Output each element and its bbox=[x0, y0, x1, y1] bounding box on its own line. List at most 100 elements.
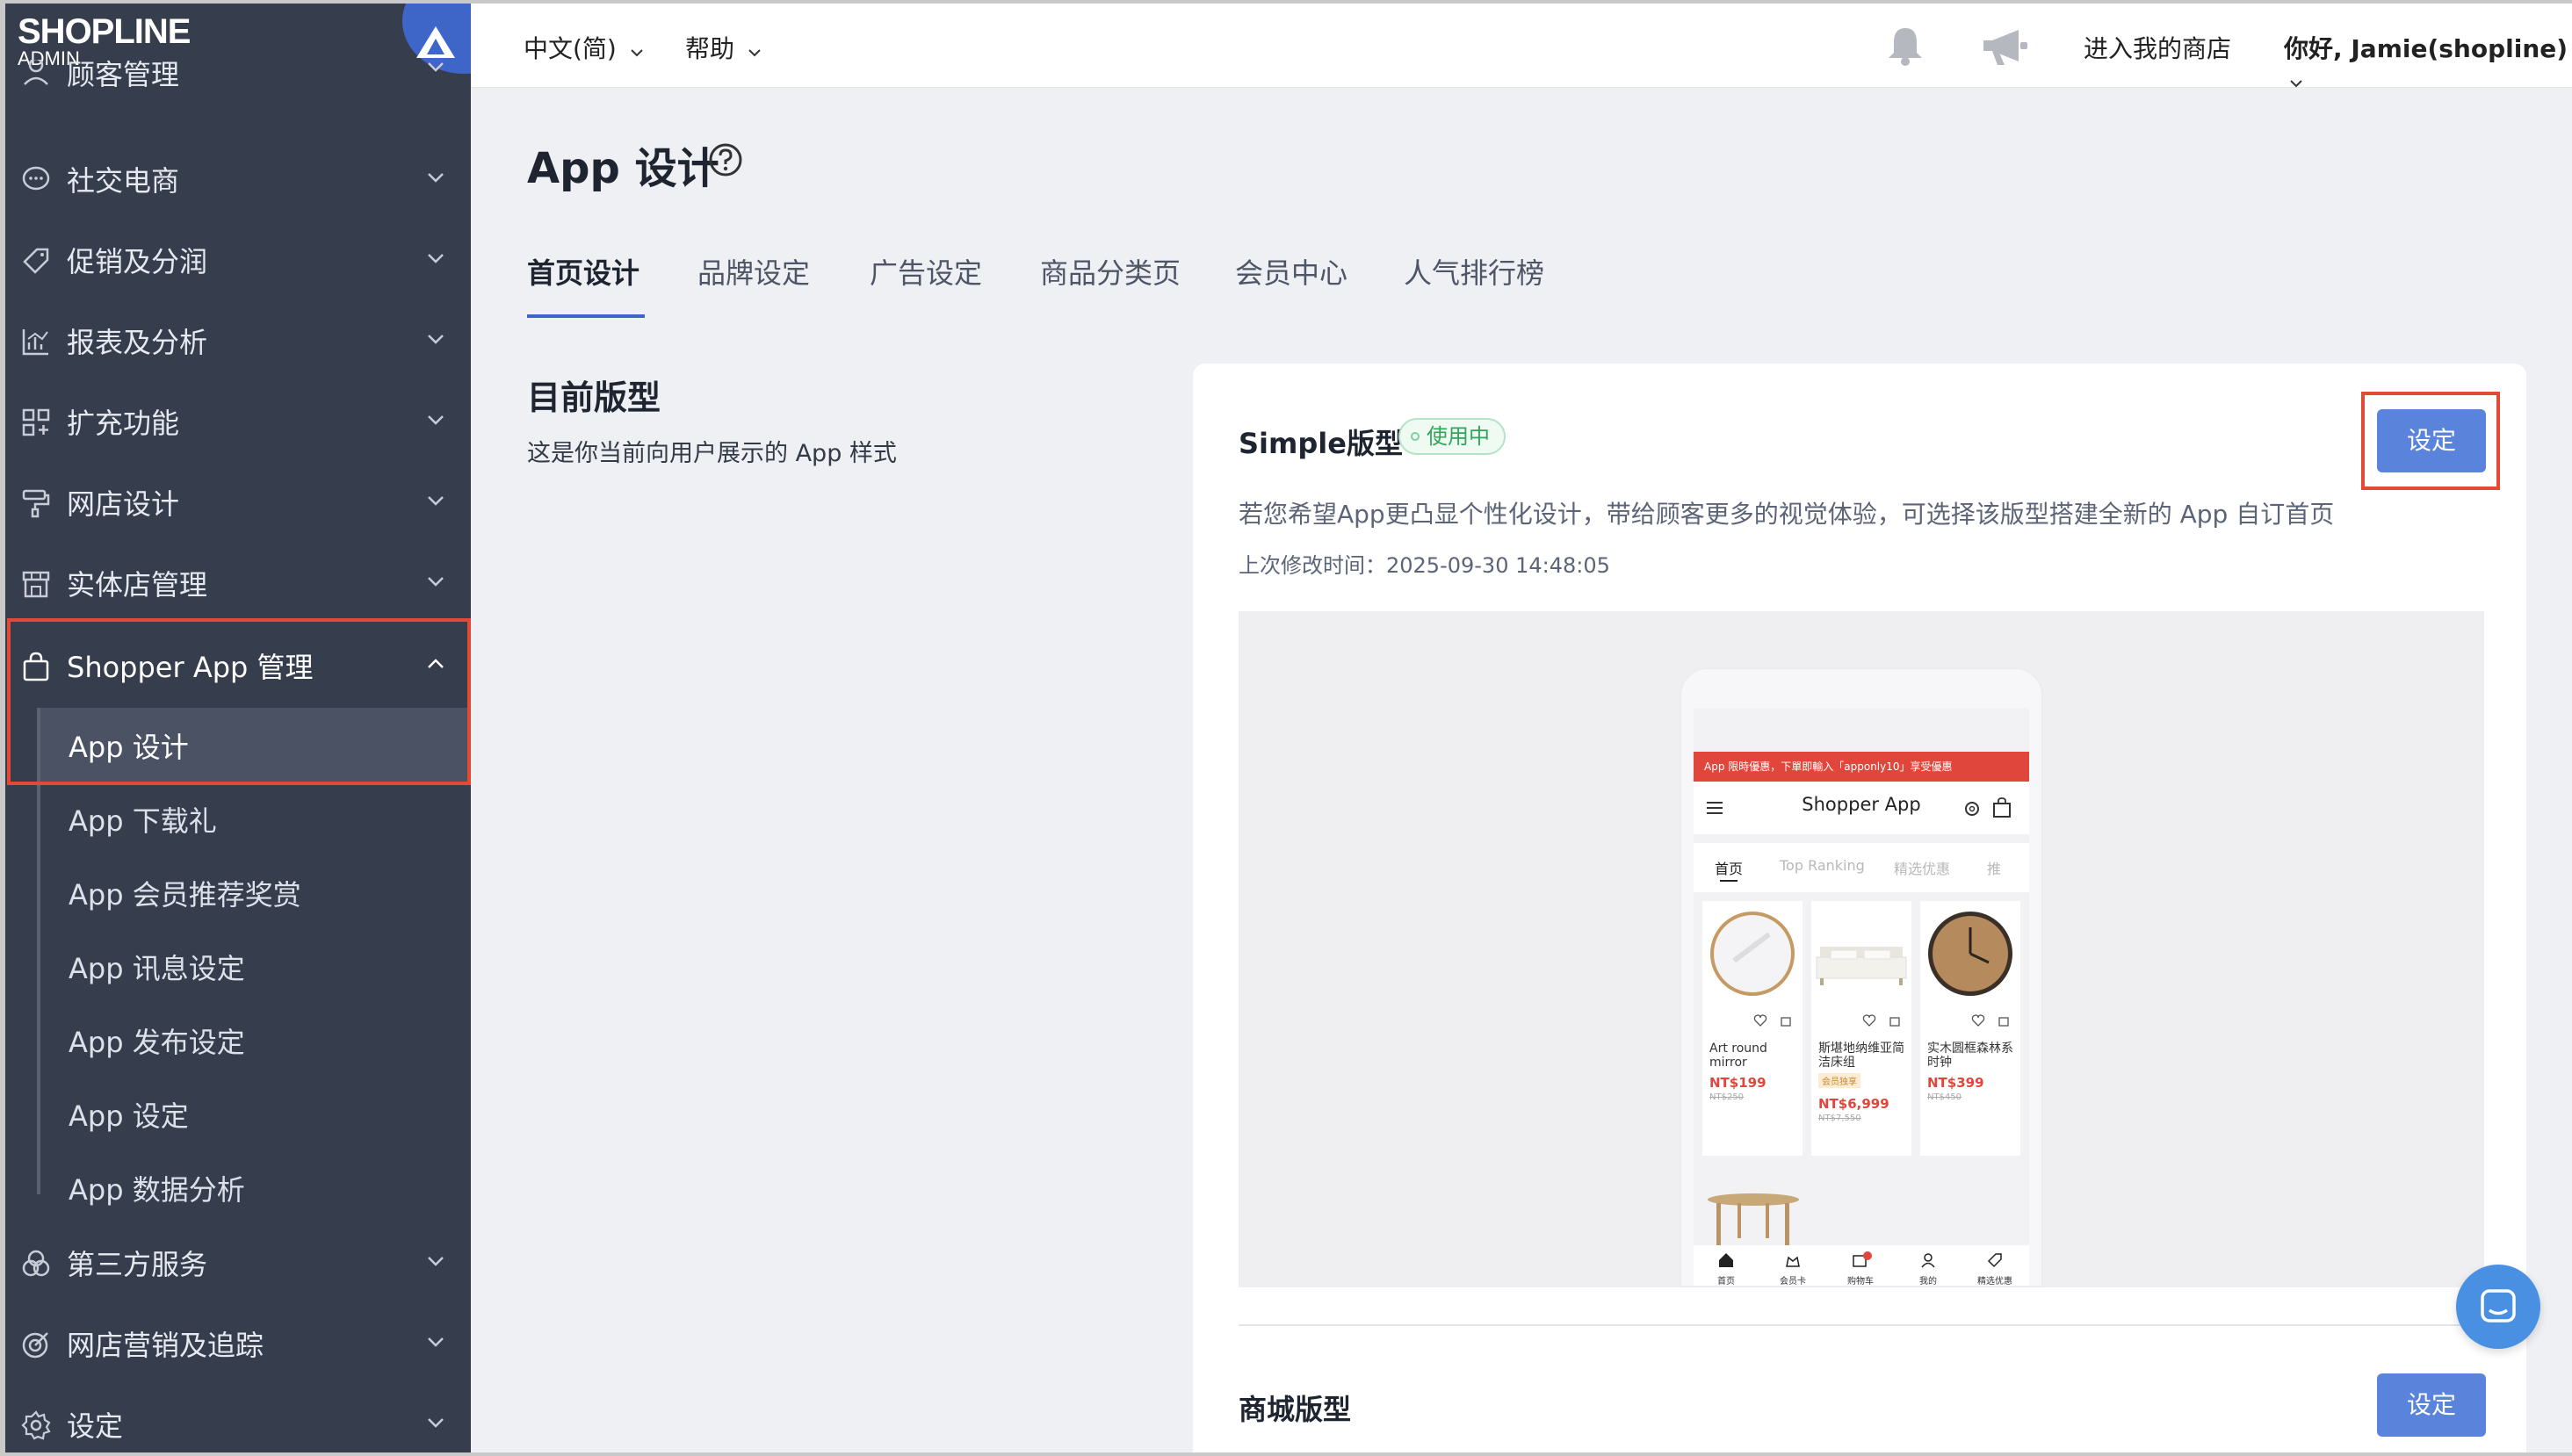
sidebar-subitem-app-analytics[interactable]: App 数据分析 bbox=[69, 1168, 245, 1208]
sidebar-item-label: 顾客管理 bbox=[67, 60, 180, 91]
chevron-down-icon bbox=[748, 49, 761, 57]
phone-tabs: 首页 Top Ranking 精选优惠 推 bbox=[1694, 843, 2029, 892]
sidebar-item-label: 报表及分析 bbox=[67, 326, 208, 359]
phone-nav-label: 我的 bbox=[1919, 1277, 1937, 1287]
tab-ad-settings[interactable]: 广告设定 bbox=[870, 251, 982, 292]
sidebar-item-promotions[interactable]: 促销及分润 bbox=[5, 220, 471, 300]
tag-icon bbox=[23, 248, 49, 274]
chat-support-button[interactable] bbox=[2456, 1265, 2540, 1349]
round-mirror-image bbox=[1710, 912, 1795, 996]
phone-tab-underline bbox=[1720, 880, 1738, 882]
template-card: Simple版型 使用中 设定 若您希望App更凸显个性化设计，带给顾客更多的视… bbox=[1193, 364, 2526, 1452]
grid-plus-icon bbox=[22, 408, 50, 436]
phone-product-card: Art round mirror NT$199 NT$250 bbox=[1702, 901, 1803, 1156]
bell-icon[interactable] bbox=[1885, 25, 1925, 67]
sidebar-item-social-commerce[interactable]: 社交电商 bbox=[5, 139, 471, 220]
help-menu[interactable]: 帮助 bbox=[685, 30, 762, 65]
user-menu[interactable]: 你好, Jamie(shopline) bbox=[2284, 30, 2572, 94]
tab-brand-settings[interactable]: 品牌设定 bbox=[697, 251, 810, 292]
phone-bottom-nav: 首页 会员卡 购物车 我的 精选优惠 bbox=[1694, 1245, 2029, 1287]
chevron-down-icon bbox=[428, 62, 444, 72]
circles-icon bbox=[22, 1250, 50, 1277]
phone-product-card: 斯堪地纳维亚简洁床组 会员独享 NT$6,999 NT$7,550 bbox=[1811, 901, 1911, 1156]
phone-product-card: 实木圆框森林系时钟 NT$399 NT$450 bbox=[1920, 901, 2020, 1156]
active-tab-indicator bbox=[527, 314, 645, 318]
phone-mockup: App 限時優惠，下單即輸入「apponly10」享受優惠 Shopper Ap… bbox=[1680, 667, 2043, 1287]
bed-image bbox=[1816, 947, 1907, 985]
language-selector[interactable]: 中文(简) bbox=[524, 30, 644, 65]
logo-mark-icon bbox=[416, 26, 455, 58]
sidebar-item-third-party[interactable]: 第三方服务 bbox=[5, 1222, 471, 1303]
phone-tab: Top Ranking bbox=[1780, 857, 1865, 874]
sidebar-item-physical-store[interactable]: 实体店管理 bbox=[5, 543, 471, 623]
template-preview: App 限時優惠，下單即輸入「apponly10」享受優惠 Shopper Ap… bbox=[1239, 611, 2484, 1287]
sidebar-subitem-app-settings[interactable]: App 设定 bbox=[69, 1094, 189, 1135]
chat-icon bbox=[2481, 1289, 2516, 1323]
sidebar-subitem-app-download-gift[interactable]: App 下载礼 bbox=[69, 799, 217, 840]
chevron-down-icon bbox=[2290, 80, 2302, 88]
gear-icon bbox=[21, 1410, 51, 1440]
help-label: 帮助 bbox=[685, 34, 735, 63]
sidebar-item-label: 网店营销及追踪 bbox=[67, 1329, 264, 1362]
wishlist-cart-icons bbox=[1753, 1014, 1791, 1027]
phone-member-badge: 会员独享 bbox=[1818, 1073, 1860, 1088]
customer-icon bbox=[24, 60, 48, 85]
tab-homepage-design[interactable]: 首页设计 bbox=[527, 251, 639, 292]
sidebar-item-label: 设定 bbox=[67, 1409, 124, 1443]
sidebar-item-customers[interactable]: 顾客管理 bbox=[5, 60, 471, 102]
chevron-down-icon bbox=[428, 254, 444, 263]
sidebar-item-marketing[interactable]: 网店营销及追踪 bbox=[5, 1303, 471, 1384]
megaphone-icon[interactable] bbox=[1980, 26, 2029, 67]
tab-popular-ranking[interactable]: 人气排行榜 bbox=[1404, 251, 1544, 292]
sidebar-item-extensions[interactable]: 扩充功能 bbox=[5, 381, 471, 462]
chat-bubble-icon bbox=[22, 166, 50, 191]
tab-category-page[interactable]: 商品分类页 bbox=[1040, 251, 1181, 292]
last-modified-time: 上次修改时间：2025-09-30 14:48:05 bbox=[1239, 553, 1610, 578]
phone-tag-icon bbox=[1987, 1253, 2002, 1268]
sidebar-subitem-app-referral[interactable]: App 会员推荐奖赏 bbox=[69, 873, 301, 913]
divider bbox=[1239, 1324, 2484, 1326]
logo: SHOPLINE bbox=[18, 12, 191, 51]
sidebar-item-label: 扩充功能 bbox=[67, 407, 180, 440]
chevron-down-icon bbox=[428, 335, 444, 344]
wooden-clock-image bbox=[1928, 912, 2012, 996]
sidebar-item-reports[interactable]: 报表及分析 bbox=[5, 300, 471, 381]
enter-store-link[interactable]: 进入我的商店 bbox=[2084, 30, 2231, 65]
chevron-down-icon bbox=[428, 1257, 444, 1266]
phone-nav-label: 会员卡 bbox=[1780, 1277, 1806, 1287]
phone-tab: 推 bbox=[1987, 861, 2002, 877]
store-icon bbox=[22, 571, 50, 598]
language-label: 中文(简) bbox=[524, 34, 617, 63]
phone-cart-nav-icon bbox=[1853, 1251, 1872, 1267]
question-circle-icon[interactable] bbox=[708, 142, 743, 177]
phone-promo-banner: App 限時優惠，下單即輸入「apponly10」享受優惠 bbox=[1694, 752, 2029, 782]
sidebar-item-settings[interactable]: 设定 bbox=[5, 1384, 471, 1452]
page-title: App 设计 bbox=[527, 144, 719, 193]
section-description: 这是你当前向用户展示的 App 样式 bbox=[527, 440, 897, 467]
sidebar-subitem-app-messages[interactable]: App 讯息设定 bbox=[69, 947, 245, 987]
phone-nav-label: 精选优惠 bbox=[1977, 1277, 2012, 1287]
phone-product-price: NT$6,999 bbox=[1818, 1096, 1889, 1112]
section-title: 目前版型 bbox=[527, 378, 661, 417]
paint-roller-icon bbox=[22, 489, 50, 518]
sidebar-item-store-design[interactable]: 网店设计 bbox=[5, 462, 471, 543]
phone-member-card-icon bbox=[1786, 1256, 1800, 1267]
status-badge: 使用中 bbox=[1398, 418, 1506, 455]
template2-settings-button[interactable]: 设定 bbox=[2377, 1373, 2486, 1437]
wishlist-cart-icons bbox=[1971, 1014, 2009, 1027]
tab-member-center[interactable]: 会员中心 bbox=[1235, 251, 1347, 292]
sidebar-item-label: 促销及分润 bbox=[67, 245, 208, 278]
highlight-box-sidebar bbox=[7, 618, 471, 785]
sidebar-item-label: 实体店管理 bbox=[67, 568, 208, 602]
sidebar-subitem-app-publish[interactable]: App 发布设定 bbox=[69, 1020, 245, 1061]
status-dot-icon bbox=[1411, 432, 1420, 441]
wishlist-cart-icons bbox=[1862, 1014, 1900, 1027]
phone-product-old-price: NT$7,550 bbox=[1818, 1114, 1861, 1123]
phone-product-old-price: NT$250 bbox=[1709, 1092, 1745, 1102]
sidebar-item-label: 社交电商 bbox=[67, 164, 180, 198]
phone-profile-icon bbox=[1921, 1253, 1935, 1268]
phone-tab: 精选优惠 bbox=[1894, 861, 1951, 877]
sidebar-item-label: 第三方服务 bbox=[67, 1248, 208, 1281]
sidebar-item-label: 网店设计 bbox=[67, 487, 180, 521]
sidebar: SHOPLINE ADMIN 顾客管理 社交电商 促销及分润 报表及分析 扩充功… bbox=[5, 4, 525, 1452]
